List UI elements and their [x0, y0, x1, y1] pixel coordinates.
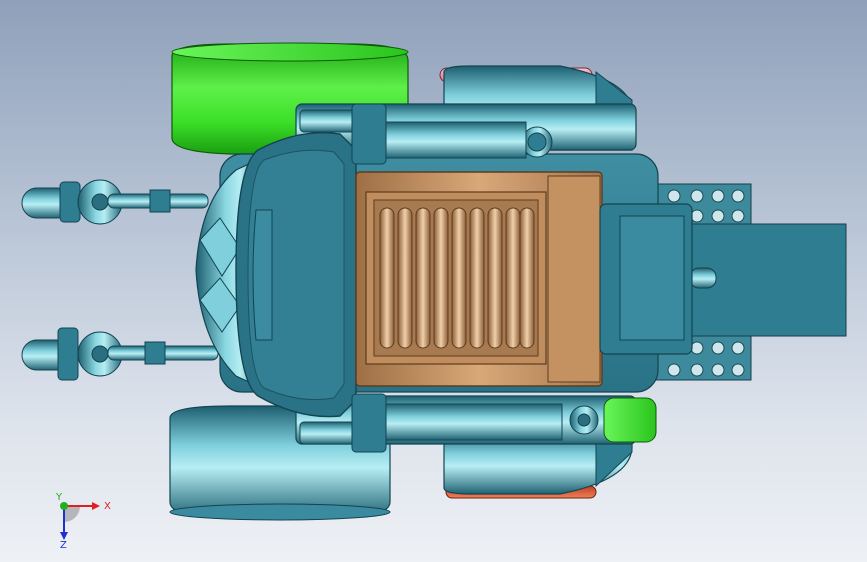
axis-triad: X Y Z [55, 492, 111, 548]
upper-steering-link[interactable] [21, 179, 209, 225]
y-axis-dot [60, 502, 68, 510]
rear-transmission[interactable] [599, 203, 693, 355]
y-axis-label: Y [55, 492, 63, 503]
engine-radiator[interactable] [355, 171, 603, 387]
tractor-model-view[interactable] [0, 0, 867, 562]
z-axis-label: Z [60, 540, 67, 548]
x-axis-label: X [104, 501, 111, 512]
model-viewport[interactable]: X Y Z [0, 0, 867, 562]
operator-seat[interactable] [235, 132, 357, 418]
z-axis-arrowhead [60, 532, 68, 540]
x-axis-arrowhead [92, 502, 100, 510]
lower-steering-link[interactable] [21, 327, 219, 381]
